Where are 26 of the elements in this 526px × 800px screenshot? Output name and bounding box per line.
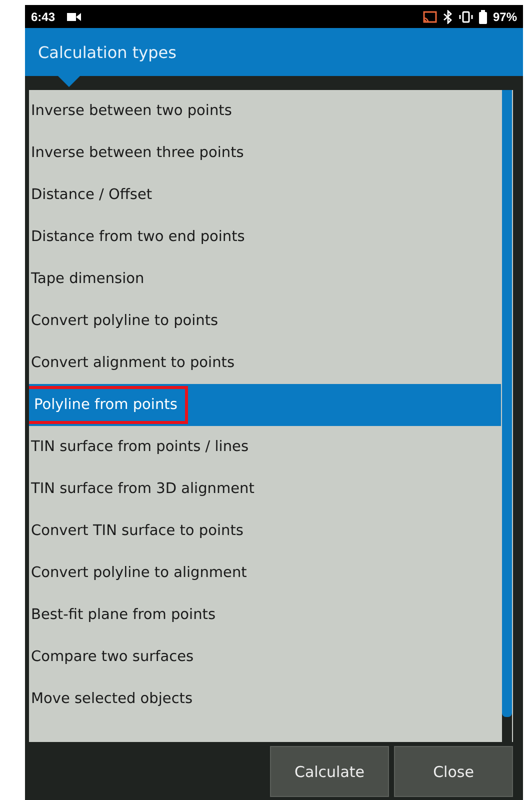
cast-icon [422,10,437,22]
dialog-title: Calculation types [38,42,176,62]
list-item[interactable]: Tape dimension [29,258,501,300]
list-item[interactable]: TIN surface from points / lines [29,426,501,468]
dialog-button[interactable]: Close [394,746,513,797]
scrollbar[interactable] [501,90,513,742]
list-item[interactable]: Move selected objects [29,678,501,720]
list-item[interactable]: Convert polyline to alignment [29,552,501,594]
clock: 6:43 [31,10,56,24]
list-item[interactable]: Polyline from points [29,384,501,426]
video-camera-icon [67,12,82,22]
battery-icon [478,10,487,24]
list-item[interactable]: Inverse between two points [29,90,501,132]
vibrate-icon [458,10,473,22]
dialog-button[interactable]: Calculate [270,746,389,797]
battery-level: 97% [492,10,517,24]
list-item[interactable]: Distance from two end points [29,216,501,258]
list-item[interactable]: Convert TIN surface to points [29,510,501,552]
bluetooth-icon [442,10,453,24]
list-item[interactable]: Distance / Offset [29,174,501,216]
list-item[interactable]: Convert alignment to points [29,342,501,384]
list-item[interactable]: TIN surface from 3D alignment [29,468,501,510]
list-item[interactable]: Inverse between three points [29,132,501,174]
list-item[interactable]: Convert polyline to points [29,300,501,342]
list-item[interactable]: Compare two surfaces [29,636,501,678]
list-item[interactable]: Best-fit plane from points [29,594,501,636]
